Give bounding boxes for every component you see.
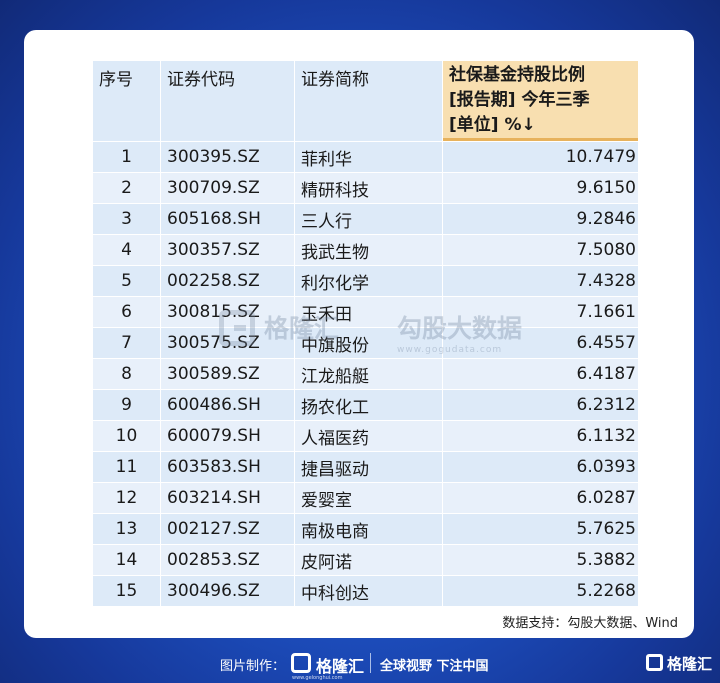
row-value: 6.1132 [442, 420, 639, 452]
table-row: 6 300815.SZ 玉禾田 7.1661 [92, 296, 639, 328]
footer-label: 图片制作： [220, 659, 286, 674]
row-value: 5.2268 [442, 575, 639, 607]
header-index: 序号 [92, 60, 161, 142]
row-code: 603214.SH [160, 482, 295, 514]
table-row: 10 600079.SH 人福医药 6.1132 [92, 420, 639, 452]
table-row: 15 300496.SZ 中科创达 5.2268 [92, 575, 639, 607]
header-value[interactable]: 社保基金持股比例 [报告期] 今年三季 [单位] %↓ [442, 60, 639, 142]
row-code: 300589.SZ [160, 358, 295, 390]
table-row: 9 600486.SH 扬农化工 6.2312 [92, 389, 639, 421]
footer-brand-url: www.gelonghui.com [292, 675, 343, 681]
row-name: 皮阿诺 [294, 544, 443, 576]
row-value: 7.1661 [442, 296, 639, 328]
row-code: 002853.SZ [160, 544, 295, 576]
row-index: 8 [92, 358, 161, 390]
row-index: 12 [92, 482, 161, 514]
header-code: 证券代码 [160, 60, 295, 142]
table-row: 12 603214.SH 爱婴室 6.0287 [92, 482, 639, 514]
table-row: 14 002853.SZ 皮阿诺 5.3882 [92, 544, 639, 576]
row-code: 300496.SZ [160, 575, 295, 607]
table-header-row: 序号 证券代码 证券简称 社保基金持股比例 [报告期] 今年三季 [单位] %↓ [92, 60, 639, 142]
row-value: 9.2846 [442, 203, 639, 235]
row-code: 002127.SZ [160, 513, 295, 545]
table-row: 11 603583.SH 捷昌驱动 6.0393 [92, 451, 639, 483]
row-index: 3 [92, 203, 161, 235]
row-name: 中旗股份 [294, 327, 443, 359]
data-source-note: 数据支持：勾股大数据、Wind [502, 616, 678, 631]
header-value-line3: [单位] %↓ [449, 115, 536, 135]
row-value: 5.7625 [442, 513, 639, 545]
row-index: 1 [92, 141, 161, 173]
row-code: 600486.SH [160, 389, 295, 421]
row-value: 7.5080 [442, 234, 639, 266]
row-index: 14 [92, 544, 161, 576]
row-name: 精研科技 [294, 172, 443, 204]
corner-brand: 格隆汇 [667, 655, 713, 673]
row-name: 人福医药 [294, 420, 443, 452]
row-index: 10 [92, 420, 161, 452]
row-code: 300395.SZ [160, 141, 295, 173]
row-index: 2 [92, 172, 161, 204]
row-value: 6.2312 [442, 389, 639, 421]
row-index: 11 [92, 451, 161, 483]
footer-brand: 格隆汇 [316, 657, 365, 676]
row-code: 300575.SZ [160, 327, 295, 359]
header-value-line1: 社保基金持股比例 [449, 65, 585, 85]
row-value: 7.4328 [442, 265, 639, 297]
row-index: 9 [92, 389, 161, 421]
row-name: 捷昌驱动 [294, 451, 443, 483]
row-index: 15 [92, 575, 161, 607]
table-row: 13 002127.SZ 南极电商 5.7625 [92, 513, 639, 545]
table-row: 2 300709.SZ 精研科技 9.6150 [92, 172, 639, 204]
footer-bar: 图片制作： 格隆汇 www.gelonghui.com 全球视野 下注中国 格隆… [0, 645, 720, 683]
row-code: 300815.SZ [160, 296, 295, 328]
row-code: 605168.SH [160, 203, 295, 235]
row-value: 6.0393 [442, 451, 639, 483]
row-code: 603583.SH [160, 451, 295, 483]
row-code: 300709.SZ [160, 172, 295, 204]
table-row: 8 300589.SZ 江龙船艇 6.4187 [92, 358, 639, 390]
corner-logo-icon [646, 654, 663, 671]
header-value-line2: [报告期] 今年三季 [449, 90, 590, 110]
row-value: 5.3882 [442, 544, 639, 576]
row-name: 扬农化工 [294, 389, 443, 421]
row-name: 中科创达 [294, 575, 443, 607]
table-row: 7 300575.SZ 中旗股份 6.4557 [92, 327, 639, 359]
row-name: 三人行 [294, 203, 443, 235]
row-index: 5 [92, 265, 161, 297]
row-name: 我武生物 [294, 234, 443, 266]
row-index: 13 [92, 513, 161, 545]
row-name: 南极电商 [294, 513, 443, 545]
holdings-table: 序号 证券代码 证券简称 社保基金持股比例 [报告期] 今年三季 [单位] %↓… [92, 60, 639, 607]
table-row: 5 002258.SZ 利尔化学 7.4328 [92, 265, 639, 297]
row-value: 6.4187 [442, 358, 639, 390]
row-name: 玉禾田 [294, 296, 443, 328]
row-name: 利尔化学 [294, 265, 443, 297]
row-value: 6.4557 [442, 327, 639, 359]
table-row: 1 300395.SZ 菲利华 10.7479 [92, 141, 639, 173]
row-index: 4 [92, 234, 161, 266]
content-card: 序号 证券代码 证券简称 社保基金持股比例 [报告期] 今年三季 [单位] %↓… [24, 30, 694, 638]
table-row: 3 605168.SH 三人行 9.2846 [92, 203, 639, 235]
footer-divider [370, 653, 371, 673]
header-name: 证券简称 [294, 60, 443, 142]
row-index: 7 [92, 327, 161, 359]
row-name: 爱婴室 [294, 482, 443, 514]
row-value: 6.0287 [442, 482, 639, 514]
row-name: 菲利华 [294, 141, 443, 173]
row-index: 6 [92, 296, 161, 328]
footer-logo-icon [291, 653, 311, 673]
row-value: 10.7479 [442, 141, 639, 173]
row-code: 600079.SH [160, 420, 295, 452]
table-row: 4 300357.SZ 我武生物 7.5080 [92, 234, 639, 266]
row-code: 002258.SZ [160, 265, 295, 297]
row-value: 9.6150 [442, 172, 639, 204]
row-name: 江龙船艇 [294, 358, 443, 390]
footer-slogan: 全球视野 下注中国 [380, 659, 489, 674]
row-code: 300357.SZ [160, 234, 295, 266]
